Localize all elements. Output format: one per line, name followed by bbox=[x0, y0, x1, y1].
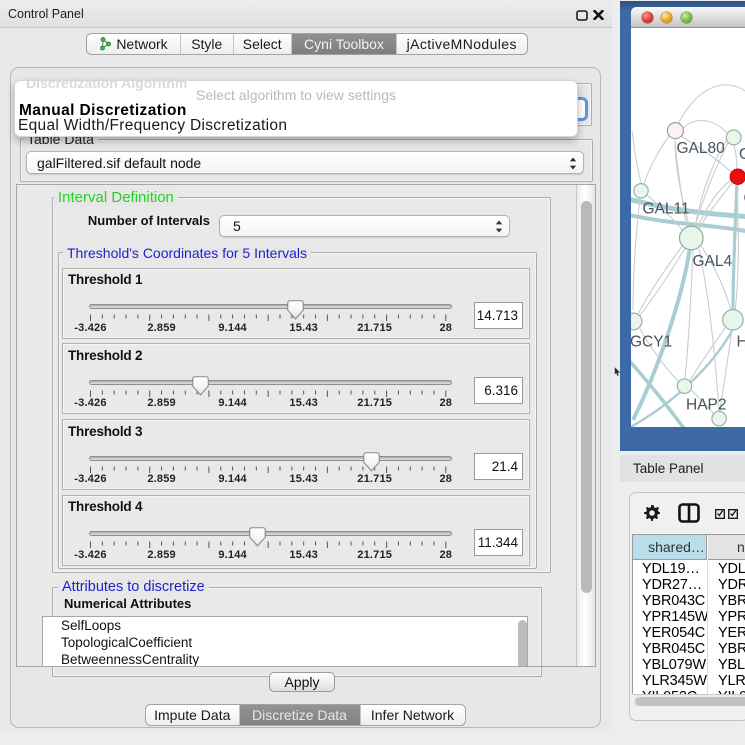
svg-text:H: H bbox=[737, 334, 745, 351]
svg-text:GAL80: GAL80 bbox=[677, 140, 726, 157]
svg-text:GCY1: GCY1 bbox=[631, 334, 672, 351]
svg-text:GA: GA bbox=[739, 146, 745, 163]
svg-text:GAL4: GAL4 bbox=[693, 253, 733, 270]
svg-text:HAP2: HAP2 bbox=[686, 397, 727, 414]
svg-text:GAL11: GAL11 bbox=[643, 201, 690, 218]
